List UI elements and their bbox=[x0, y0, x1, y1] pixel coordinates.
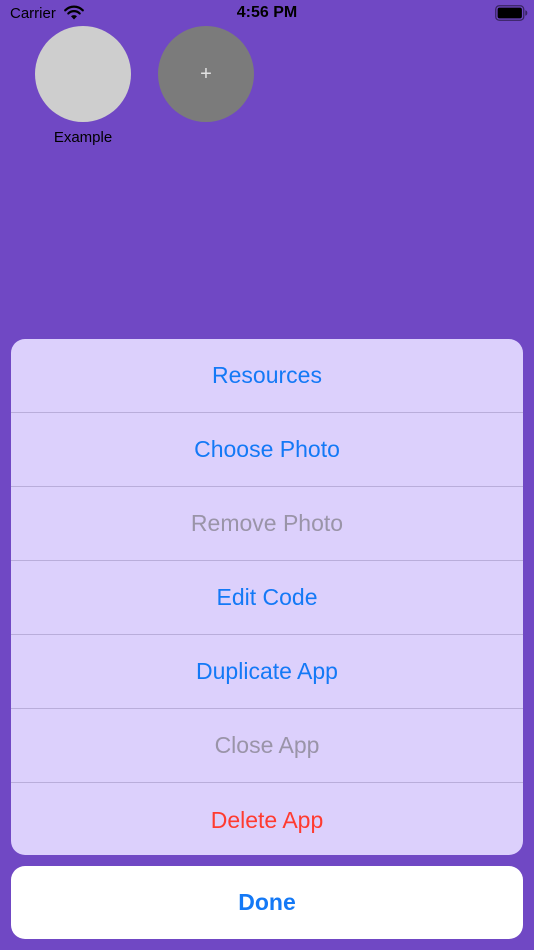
status-time: 4:56 PM bbox=[236, 4, 298, 21]
plus-icon: + bbox=[200, 63, 212, 85]
app-icon[interactable] bbox=[35, 26, 131, 122]
status-bar: Carrier 4:56 PM bbox=[0, 0, 534, 28]
remove-photo-action[interactable]: Remove Photo bbox=[11, 487, 523, 561]
app-tile-example[interactable]: Example bbox=[35, 26, 131, 146]
action-sheet: Resources Choose Photo Remove Photo Edit… bbox=[11, 339, 523, 855]
add-app-button[interactable]: + bbox=[158, 26, 254, 122]
edit-code-action[interactable]: Edit Code bbox=[11, 561, 523, 635]
resources-action[interactable]: Resources bbox=[11, 339, 523, 413]
done-button[interactable]: Done bbox=[11, 866, 523, 939]
add-app-tile[interactable]: + bbox=[158, 26, 254, 122]
choose-photo-action[interactable]: Choose Photo bbox=[11, 413, 523, 487]
battery-icon bbox=[495, 5, 528, 21]
delete-app-action[interactable]: Delete App bbox=[11, 783, 523, 855]
app-label: Example bbox=[53, 129, 113, 146]
duplicate-app-action[interactable]: Duplicate App bbox=[11, 635, 523, 709]
close-app-action[interactable]: Close App bbox=[11, 709, 523, 783]
